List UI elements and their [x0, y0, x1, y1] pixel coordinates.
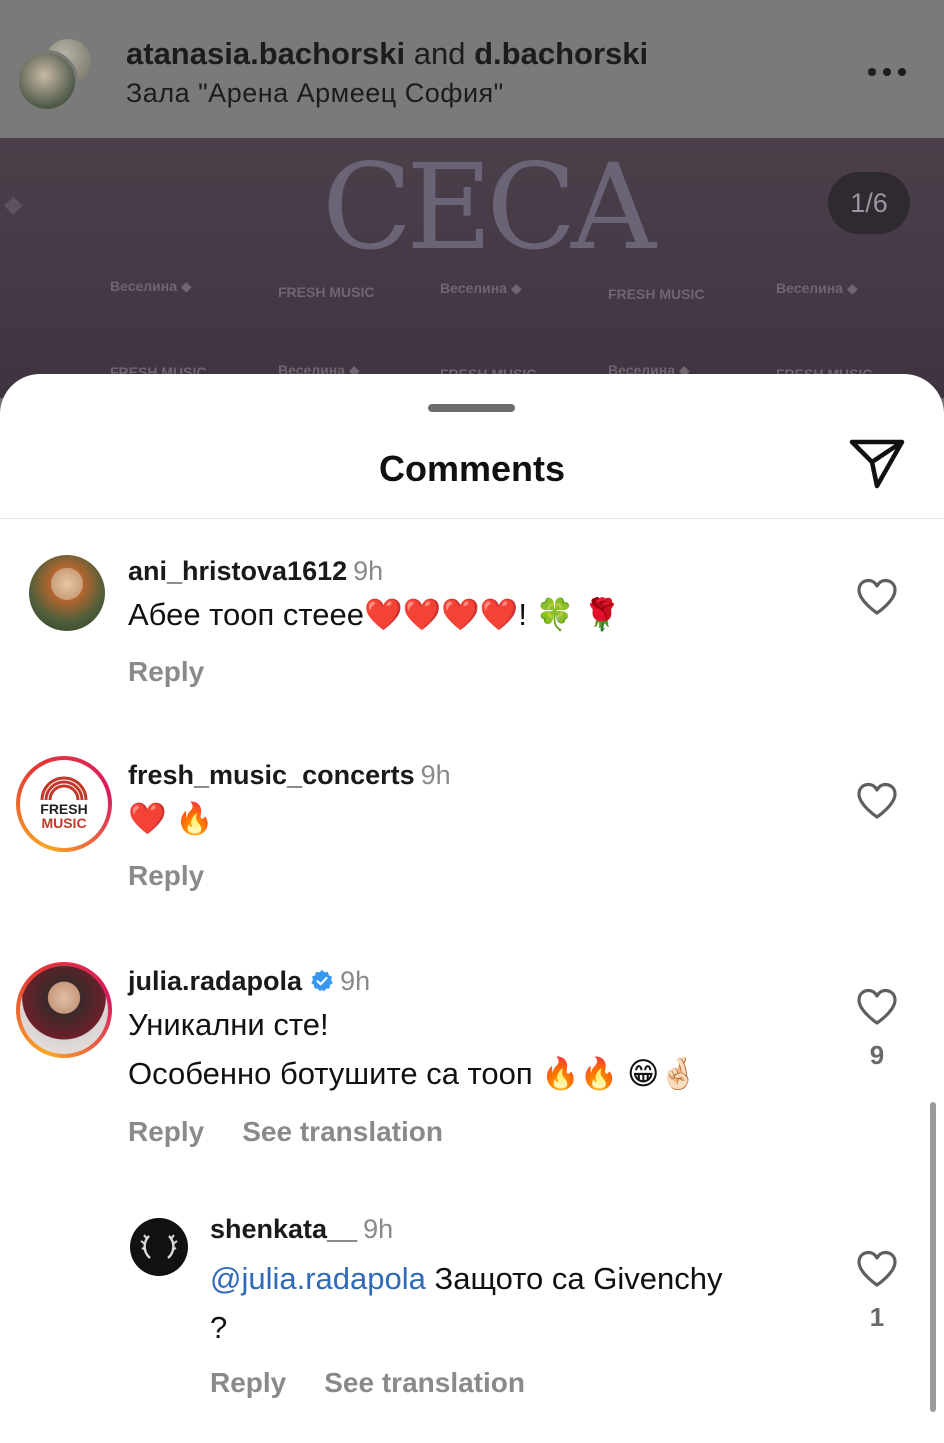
like-count: 9: [869, 1040, 885, 1070]
reply-button[interactable]: Reply: [210, 1367, 286, 1398]
comment-text: Особенно ботушите са тооп 🔥🔥 😁🤞🏻: [128, 1056, 699, 1091]
comment-time: 9h: [420, 760, 451, 790]
comment-time: 9h: [363, 1214, 394, 1244]
comment-item: julia.radapola 9h Уникални сте! Особенно…: [0, 962, 944, 1162]
comment-time: 9h: [353, 556, 384, 586]
comments-sheet: Comments ani_hristova1612 9h Абее тооп ст…: [0, 374, 944, 1443]
avatar: FRESH MUSIC: [20, 760, 108, 848]
fresh-music-logo-icon: FRESH MUSIC: [40, 776, 88, 831]
mention-link[interactable]: @julia.radapola: [210, 1261, 426, 1296]
comment-text: Уникални сте!: [128, 1007, 329, 1042]
comment-username[interactable]: shenkata__ 9h: [210, 1214, 393, 1245]
sheet-grabber[interactable]: [428, 404, 515, 412]
comment-username[interactable]: julia.radapola 9h: [128, 966, 370, 997]
story-ring[interactable]: [16, 962, 112, 1058]
reply-button[interactable]: Reply: [128, 656, 204, 687]
avatar[interactable]: [29, 555, 105, 631]
comment-item: ani_hristova1612 9h Абее тооп стеее❤️❤️❤️…: [0, 552, 944, 702]
username-text[interactable]: julia.radapola: [128, 966, 302, 996]
author-separator: and: [413, 36, 466, 71]
comment-text: Абее тооп стеее❤️❤️❤️❤️! 🍀 🌹: [128, 597, 622, 632]
image-logo: FRESH MUSIC: [608, 286, 705, 302]
heart-outline-icon[interactable]: [856, 782, 898, 820]
heart-outline-icon[interactable]: [856, 988, 898, 1026]
like-count: 1: [869, 1302, 885, 1332]
reply-button[interactable]: Reply: [128, 1116, 204, 1147]
story-ring[interactable]: FRESH MUSIC: [16, 756, 112, 852]
comment-actions: Reply See translation: [128, 1116, 443, 1148]
scrollbar[interactable]: [930, 1102, 936, 1412]
heart-outline-icon[interactable]: [856, 1250, 898, 1288]
comment-text: @julia.radapola Защото са Givenchy: [210, 1254, 722, 1303]
comment-username[interactable]: ani_hristova1612 9h: [128, 556, 383, 587]
comment-item: FRESH MUSIC fresh_music_concerts 9h ❤️ 🔥 …: [0, 756, 944, 906]
reply-button[interactable]: Reply: [128, 860, 204, 891]
heart-outline-icon[interactable]: [856, 578, 898, 616]
comment-actions: Reply: [128, 656, 204, 688]
diamond-logo-icon: ◆: [4, 191, 23, 218]
divider: [0, 518, 944, 519]
image-logo: FRESH MUSIC: [278, 284, 375, 300]
reply-comment-item: shenkata__ 9h @julia.radapola Защото са G…: [0, 1214, 944, 1414]
comment-actions: Reply See translation: [210, 1367, 525, 1399]
sheet-title: Comments: [378, 448, 566, 489]
username-text[interactable]: ani_hristova1612: [128, 556, 347, 586]
comment-username[interactable]: fresh_music_concerts 9h: [128, 760, 451, 791]
comment-time: 9h: [340, 966, 371, 996]
post-location[interactable]: Зала "Арена Армеец София": [126, 78, 504, 109]
author-username[interactable]: atanasia.bachorski: [126, 36, 405, 71]
post-image[interactable]: CECA ◆ Веселина ◆ FRESH MUSIC Веселина ◆…: [0, 138, 944, 398]
avatar: [16, 50, 78, 112]
avatar-text: MUSIC: [41, 815, 86, 831]
comment-text: ?: [210, 1310, 228, 1345]
image-brand-text: CECA: [322, 138, 656, 276]
post-authors-avatar[interactable]: [16, 36, 94, 114]
author-username[interactable]: d.bachorski: [474, 36, 648, 71]
comment-text: ❤️ 🔥: [128, 801, 214, 836]
image-logo: Веселина ◆: [776, 280, 858, 296]
see-translation-button[interactable]: See translation: [324, 1367, 525, 1398]
post-authors[interactable]: atanasia.bachorski and d.bachorski: [126, 36, 648, 72]
wreath-logo-icon: [140, 1234, 178, 1259]
comment-text-rest: Защото са Givenchy: [425, 1261, 723, 1296]
avatar: [20, 966, 108, 1054]
verified-badge-icon: [311, 970, 333, 992]
see-translation-button[interactable]: See translation: [242, 1116, 443, 1147]
avatar[interactable]: [130, 1218, 188, 1276]
comment-actions: Reply: [128, 860, 204, 892]
more-horizontal-icon[interactable]: [868, 58, 916, 86]
post-header: atanasia.bachorski and d.bachorski Зала …: [0, 0, 944, 138]
send-icon[interactable]: [848, 436, 906, 492]
image-logo: Веселина ◆: [110, 278, 192, 294]
image-counter: 1/6: [828, 172, 910, 234]
username-text[interactable]: fresh_music_concerts: [128, 760, 415, 790]
username-text[interactable]: shenkata__: [210, 1214, 357, 1244]
image-logo: Веселина ◆: [440, 280, 522, 296]
